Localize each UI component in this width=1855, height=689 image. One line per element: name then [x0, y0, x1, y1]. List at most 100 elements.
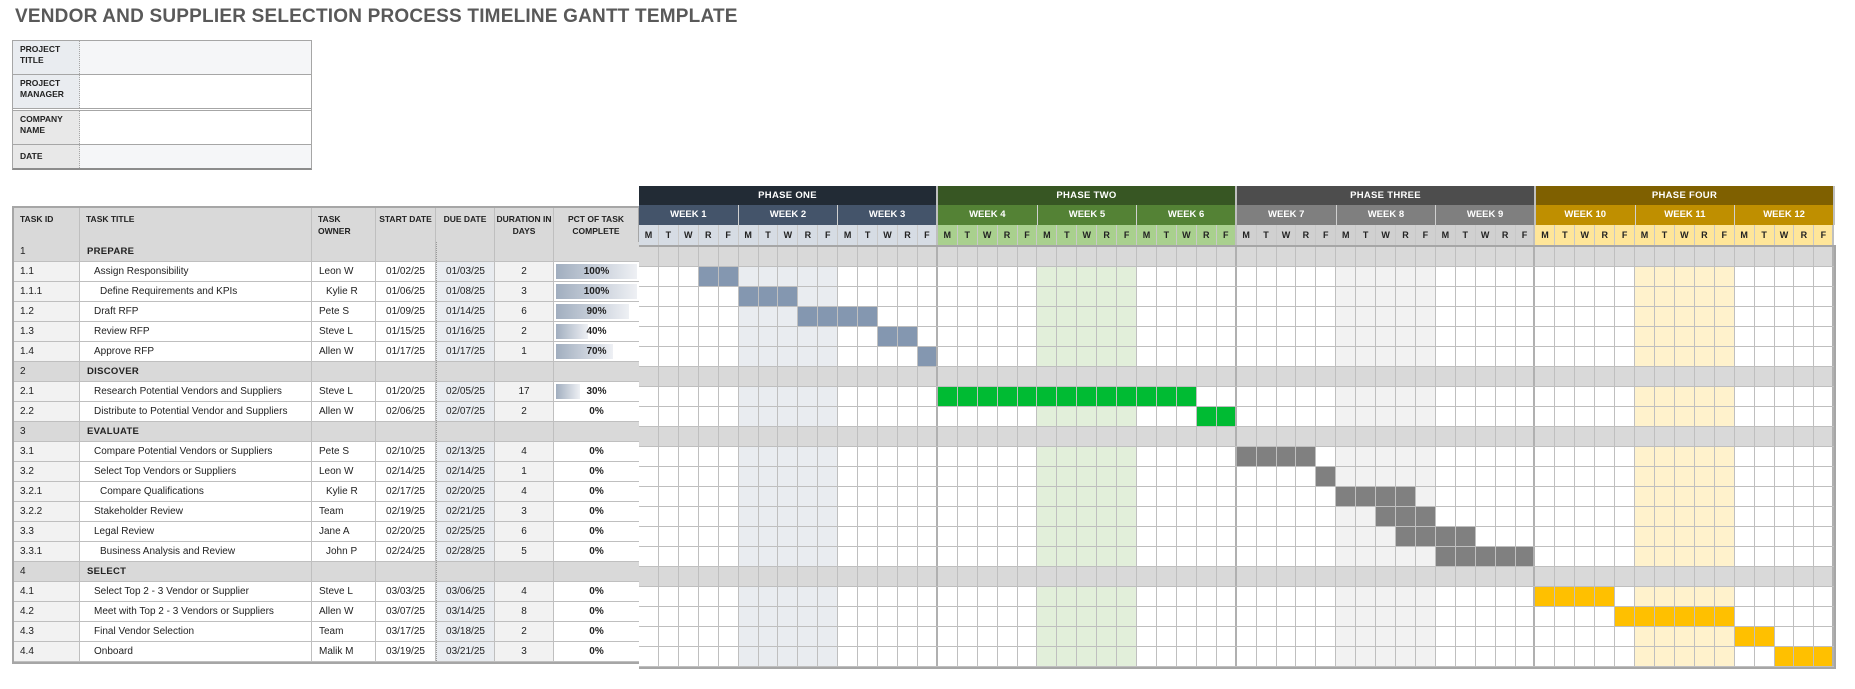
- gantt-cell[interactable]: [897, 567, 918, 586]
- gantt-cell[interactable]: [1714, 347, 1735, 366]
- gantt-cell[interactable]: [917, 307, 938, 326]
- gantt-bar-cell[interactable]: [1455, 547, 1476, 566]
- gantt-cell[interactable]: [878, 287, 898, 306]
- gantt-cell[interactable]: [1296, 487, 1317, 506]
- project-title-field[interactable]: [80, 41, 311, 74]
- task-title-cell[interactable]: Research Potential Vendors and Suppliers: [80, 382, 312, 401]
- gantt-cell[interactable]: [977, 467, 998, 486]
- gantt-cell[interactable]: [1296, 547, 1317, 566]
- gantt-cell[interactable]: [1794, 387, 1815, 406]
- gantt-cell[interactable]: [917, 327, 938, 346]
- gantt-cell[interactable]: [1555, 327, 1576, 346]
- gantt-cell[interactable]: [1057, 447, 1078, 466]
- gantt-cell[interactable]: [639, 627, 659, 646]
- task-title-cell[interactable]: Distribute to Potential Vendor and Suppl…: [80, 402, 312, 421]
- start-date-cell[interactable]: 03/17/25: [376, 622, 436, 641]
- gantt-cell[interactable]: [1495, 347, 1516, 366]
- gantt-cell[interactable]: [1435, 327, 1456, 346]
- gantt-cell[interactable]: [1615, 647, 1636, 666]
- gantt-cell[interactable]: [1694, 567, 1715, 586]
- gantt-cell[interactable]: [738, 307, 759, 326]
- gantt-cell[interactable]: [1156, 327, 1177, 346]
- gantt-cell[interactable]: [1176, 587, 1197, 606]
- gantt-cell[interactable]: [957, 567, 978, 586]
- task-title-cell[interactable]: Legal Review: [80, 522, 312, 541]
- gantt-cell[interactable]: [1017, 647, 1038, 666]
- gantt-bar-cell[interactable]: [858, 307, 879, 326]
- gantt-cell[interactable]: [639, 567, 659, 586]
- gantt-cell[interactable]: [1734, 267, 1755, 286]
- gantt-cell[interactable]: [977, 287, 998, 306]
- gantt-cell[interactable]: [1694, 247, 1715, 266]
- gantt-cell[interactable]: [738, 607, 759, 626]
- gantt-cell[interactable]: [957, 487, 978, 506]
- gantt-cell[interactable]: [698, 307, 719, 326]
- gantt-cell[interactable]: [1017, 247, 1038, 266]
- gantt-cell[interactable]: [1595, 647, 1616, 666]
- gantt-cell[interactable]: [937, 307, 958, 326]
- gantt-cell[interactable]: [1117, 647, 1138, 666]
- gantt-cell[interactable]: [1694, 527, 1715, 546]
- gantt-cell[interactable]: [957, 247, 978, 266]
- gantt-cell[interactable]: [1495, 627, 1516, 646]
- gantt-cell[interactable]: [658, 267, 679, 286]
- gantt-bar-cell[interactable]: [977, 387, 998, 406]
- gantt-cell[interactable]: [1077, 247, 1098, 266]
- gantt-cell[interactable]: [1256, 507, 1277, 526]
- gantt-cell[interactable]: [1774, 507, 1795, 526]
- gantt-cell[interactable]: [1296, 367, 1317, 386]
- gantt-cell[interactable]: [1615, 287, 1636, 306]
- gantt-bar-cell[interactable]: [1774, 647, 1795, 666]
- gantt-cell[interactable]: [838, 527, 859, 546]
- gantt-cell[interactable]: [1256, 467, 1277, 486]
- gantt-cell[interactable]: [1376, 387, 1397, 406]
- gantt-cell[interactable]: [738, 507, 759, 526]
- gantt-bar-cell[interactable]: [1435, 547, 1456, 566]
- gantt-cell[interactable]: [878, 347, 898, 366]
- gantt-cell[interactable]: [1714, 507, 1735, 526]
- gantt-cell[interactable]: [1774, 627, 1795, 646]
- gantt-cell[interactable]: [1216, 507, 1237, 526]
- gantt-cell[interactable]: [1216, 547, 1237, 566]
- gantt-cell[interactable]: [897, 367, 918, 386]
- gantt-cell[interactable]: [1236, 387, 1257, 406]
- gantt-cell[interactable]: [1754, 247, 1775, 266]
- gantt-cell[interactable]: [1734, 467, 1755, 486]
- gantt-cell[interactable]: [1515, 407, 1536, 426]
- gantt-cell[interactable]: [1336, 407, 1357, 426]
- gantt-cell[interactable]: [1276, 387, 1297, 406]
- gantt-cell[interactable]: [1575, 247, 1596, 266]
- gantt-cell[interactable]: [1495, 427, 1516, 446]
- gantt-cell[interactable]: [1156, 527, 1177, 546]
- gantt-bar-cell[interactable]: [1396, 507, 1416, 526]
- gantt-cell[interactable]: [798, 627, 819, 646]
- gantt-cell[interactable]: [1236, 467, 1257, 486]
- gantt-cell[interactable]: [1396, 247, 1416, 266]
- col-header-task-owner[interactable]: TASK OWNER: [312, 208, 376, 242]
- gantt-cell[interactable]: [1694, 367, 1715, 386]
- gantt-cell[interactable]: [758, 307, 779, 326]
- gantt-cell[interactable]: [698, 487, 719, 506]
- gantt-cell[interactable]: [1117, 587, 1138, 606]
- gantt-cell[interactable]: [818, 387, 839, 406]
- gantt-cell[interactable]: [897, 467, 918, 486]
- gantt-cell[interactable]: [1495, 287, 1516, 306]
- gantt-cell[interactable]: [1216, 587, 1237, 606]
- gantt-cell[interactable]: [838, 627, 859, 646]
- gantt-cell[interactable]: [678, 327, 699, 346]
- duration-cell[interactable]: 4: [495, 582, 554, 601]
- gantt-cell[interactable]: [1754, 307, 1775, 326]
- gantt-cell[interactable]: [1256, 267, 1277, 286]
- gantt-cell[interactable]: [997, 567, 1018, 586]
- gantt-cell[interactable]: [1176, 467, 1197, 486]
- gantt-cell[interactable]: [1296, 527, 1317, 546]
- gantt-cell[interactable]: [778, 447, 799, 466]
- gantt-cell[interactable]: [1336, 347, 1357, 366]
- gantt-cell[interactable]: [758, 447, 779, 466]
- gantt-cell[interactable]: [1774, 327, 1795, 346]
- gantt-cell[interactable]: [1176, 627, 1197, 646]
- gantt-cell[interactable]: [957, 627, 978, 646]
- gantt-cell[interactable]: [1535, 407, 1556, 426]
- gantt-bar-cell[interactable]: [738, 287, 759, 306]
- due-date-cell[interactable]: 01/17/25: [436, 342, 495, 361]
